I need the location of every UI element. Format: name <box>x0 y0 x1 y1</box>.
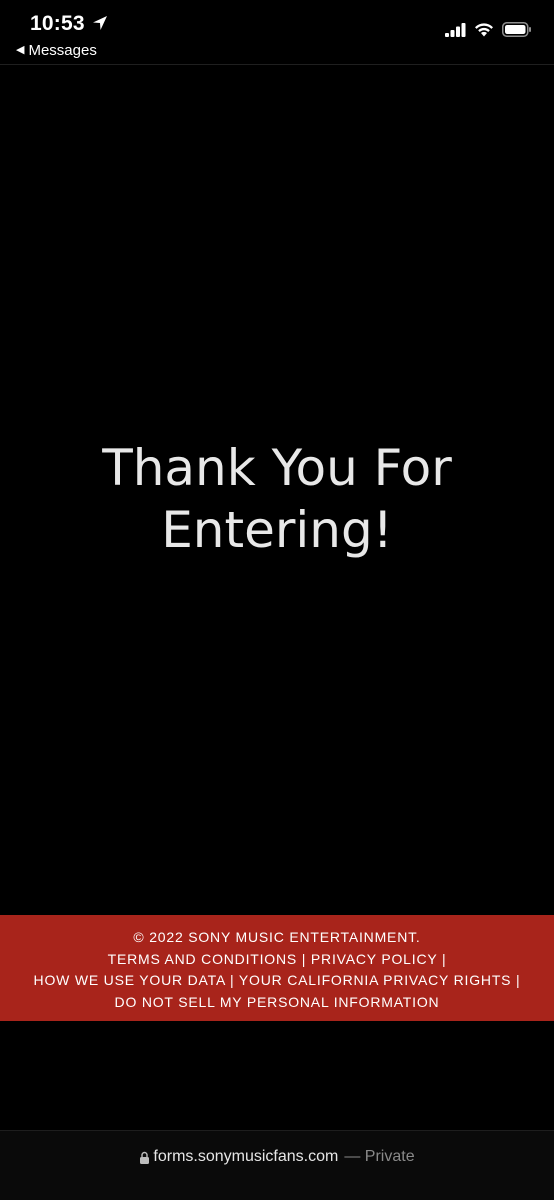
terms-and-conditions-link[interactable]: TERMS AND CONDITIONS <box>108 951 297 967</box>
footer: © 2022 SONY MUSIC ENTERTAINMENT. TERMS A… <box>0 915 554 1021</box>
footer-links-row-2: HOW WE USE YOUR DATA | YOUR CALIFORNIA P… <box>0 970 554 992</box>
back-to-messages-link[interactable]: ◀ Messages <box>16 42 97 59</box>
private-label: Private <box>364 1148 415 1165</box>
copyright-text: © 2022 SONY MUSIC ENTERTAINMENT. <box>133 929 421 945</box>
back-triangle-icon: ◀ <box>16 44 25 56</box>
status-time: 10:53 <box>30 12 85 35</box>
lock-icon <box>140 1151 150 1164</box>
footer-separator: | <box>511 972 521 988</box>
private-mode-label: — Private <box>344 1148 414 1166</box>
footer-links-row-3: DO NOT SELL MY PERSONAL INFORMATION <box>0 992 554 1014</box>
address-row: forms.sonymusicfans.com — Private <box>0 1148 554 1166</box>
how-we-use-your-data-link[interactable]: HOW WE USE YOUR DATA <box>34 972 226 988</box>
url-text: forms.sonymusicfans.com <box>153 1148 339 1165</box>
cellular-signal-icon <box>445 22 466 37</box>
thank-you-heading: Thank You For Entering! <box>0 437 554 561</box>
heading-line-1: Thank You For <box>102 439 452 497</box>
location-arrow-icon <box>93 16 107 30</box>
wifi-icon <box>475 23 493 37</box>
main-content: Thank You For Entering! <box>0 65 554 915</box>
address-bar[interactable]: forms.sonymusicfans.com — Private <box>0 1130 554 1200</box>
heading-line-2: Entering! <box>161 501 393 559</box>
footer-separator: | <box>225 972 239 988</box>
california-privacy-rights-link[interactable]: YOUR CALIFORNIA PRIVACY RIGHTS <box>239 972 511 988</box>
status-bar: 10:53 ◀ Messages <box>0 0 554 64</box>
back-label: Messages <box>28 42 97 59</box>
footer-links-row-1: TERMS AND CONDITIONS | PRIVACY POLICY | <box>0 949 554 971</box>
footer-separator: | <box>297 950 311 967</box>
battery-icon <box>502 22 531 37</box>
status-icons <box>445 22 532 37</box>
url-separator: — <box>344 1148 361 1165</box>
footer-separator: | <box>437 950 447 967</box>
privacy-policy-link[interactable]: PRIVACY POLICY <box>311 951 437 967</box>
do-not-sell-link[interactable]: DO NOT SELL MY PERSONAL INFORMATION <box>115 994 440 1010</box>
